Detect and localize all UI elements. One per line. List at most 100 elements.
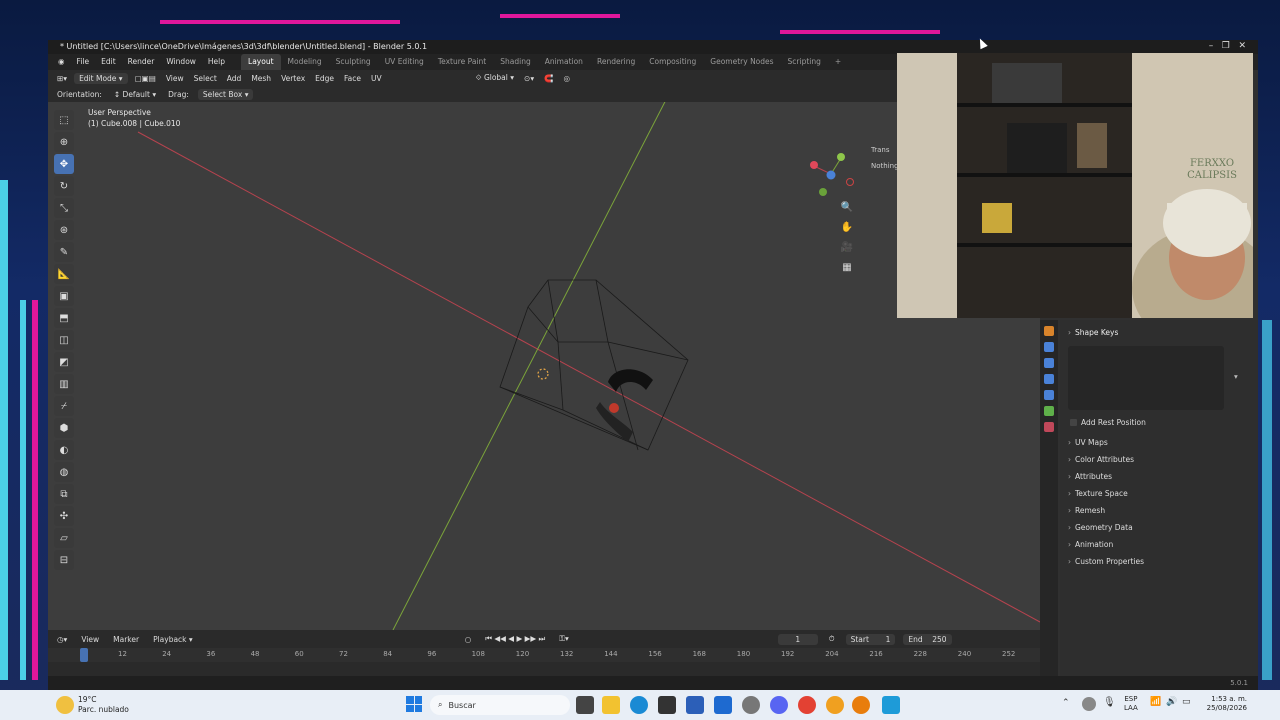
menu-edge[interactable]: Edge (312, 74, 337, 83)
tab-animation[interactable]: Animation (538, 54, 590, 70)
panel-geometry-data[interactable]: Geometry Data (1068, 521, 1133, 535)
maximize-icon[interactable]: ❐ (1222, 41, 1230, 51)
menu-select[interactable]: Select (191, 74, 220, 83)
tab-modeling[interactable]: Modeling (281, 54, 329, 70)
menu-mesh[interactable]: Mesh (248, 74, 274, 83)
panel-uv-maps[interactable]: UV Maps (1068, 436, 1108, 450)
bevel-tool-icon[interactable]: ◩ (54, 352, 74, 372)
file-explorer-icon[interactable] (602, 696, 620, 714)
object-tab-icon[interactable] (1044, 326, 1054, 336)
extrude-tool-icon[interactable]: ⬒ (54, 308, 74, 328)
tab-texture-paint[interactable]: Texture Paint (431, 54, 493, 70)
store-icon[interactable] (658, 696, 676, 714)
scale-tool-icon[interactable]: ⤡ (54, 198, 74, 218)
tab-geometry-nodes[interactable]: Geometry Nodes (703, 54, 780, 70)
navigation-gizmo[interactable] (810, 153, 854, 196)
transform-tool-icon[interactable]: ⊛ (54, 220, 74, 240)
panel-remesh[interactable]: Remesh (1068, 504, 1105, 518)
camera-view-icon[interactable]: 🎥 (839, 240, 855, 256)
minimize-icon[interactable]: – (1209, 41, 1214, 51)
app-icon[interactable] (742, 696, 760, 714)
record-icon[interactable]: ○ (462, 635, 475, 644)
mode-select[interactable]: Edit Mode ▾ (74, 72, 128, 84)
shape-keys-list[interactable] (1068, 346, 1224, 410)
battery-icon[interactable]: ▭ (1182, 697, 1191, 707)
snap-icon[interactable]: 🧲 (541, 74, 556, 83)
menu-add[interactable]: Add (224, 74, 245, 83)
windows-start-icon[interactable] (406, 696, 422, 712)
menu-file[interactable]: File (71, 54, 96, 70)
chevron-down-icon[interactable]: ▾ (1234, 372, 1238, 381)
loop-cut-tool-icon[interactable]: ▥ (54, 374, 74, 394)
tab-shading[interactable]: Shading (493, 54, 537, 70)
shear-tool-icon[interactable]: ▱ (54, 528, 74, 548)
add-workspace-button[interactable]: + (828, 54, 848, 70)
panel-texture-space[interactable]: Texture Space (1068, 487, 1128, 501)
weather-widget[interactable]: 19°C Parc. nublado (78, 695, 129, 715)
add-cube-tool-icon[interactable]: ▣ (54, 286, 74, 306)
tab-layout[interactable]: Layout (241, 54, 281, 70)
panel-custom-properties[interactable]: Custom Properties (1068, 555, 1144, 569)
discord-icon[interactable] (770, 696, 788, 714)
weather-icon[interactable] (56, 696, 74, 714)
start-frame-field[interactable]: Start 1 (845, 633, 896, 645)
editor-type-icon[interactable]: ⊞▾ (54, 74, 70, 83)
taskbar-search[interactable]: ⌕ Buscar (430, 695, 570, 715)
knife-tool-icon[interactable]: ⌿ (54, 396, 74, 416)
menu-help[interactable]: Help (202, 54, 231, 70)
tab-sculpting[interactable]: Sculpting (329, 54, 378, 70)
3d-cursor-icon[interactable] (537, 368, 549, 380)
menu-window[interactable]: Window (160, 54, 202, 70)
edge-browser-icon[interactable] (630, 696, 648, 714)
timeline-menu-marker[interactable]: Marker (110, 635, 142, 644)
language-indicator[interactable]: ESP LAA (1124, 695, 1138, 713)
menu-render[interactable]: Render (122, 54, 161, 70)
spin-tool-icon[interactable]: ◐ (54, 440, 74, 460)
rip-tool-icon[interactable]: ⊟ (54, 550, 74, 570)
shape-keys-header[interactable]: Shape Keys (1068, 326, 1118, 340)
constraints-tab-icon[interactable] (1044, 390, 1054, 400)
select-mode-icons[interactable]: ▢▣▤ (132, 74, 159, 83)
tray-app-icon[interactable] (1082, 697, 1096, 711)
menu-view[interactable]: View (163, 74, 187, 83)
cursor-tool-icon[interactable]: ⊕ (54, 132, 74, 152)
rotate-tool-icon[interactable]: ↻ (54, 176, 74, 196)
chrome-alt-icon[interactable] (826, 696, 844, 714)
panel-color-attributes[interactable]: Color Attributes (1068, 453, 1134, 467)
inset-tool-icon[interactable]: ◫ (54, 330, 74, 350)
timeline-menu-playback[interactable]: Playback ▾ (150, 635, 196, 644)
mail-icon[interactable] (714, 696, 732, 714)
current-frame-field[interactable]: 1 (777, 633, 818, 645)
menu-edit[interactable]: Edit (95, 54, 122, 70)
pivot-icon[interactable]: ⊙▾ (521, 74, 537, 83)
modifier-tab-icon[interactable] (1044, 342, 1054, 352)
tab-scripting[interactable]: Scripting (781, 54, 828, 70)
tray-chevron-icon[interactable]: ⌃ (1062, 698, 1070, 708)
panel-animation[interactable]: Animation (1068, 538, 1113, 552)
microphone-icon[interactable]: 🎙 (1103, 697, 1116, 708)
playhead[interactable] (80, 648, 88, 662)
poly-build-tool-icon[interactable]: ⬢ (54, 418, 74, 438)
physics-tab-icon[interactable] (1044, 374, 1054, 384)
chrome-icon[interactable] (798, 696, 816, 714)
tab-uv-editing[interactable]: UV Editing (378, 54, 431, 70)
menu-vertex[interactable]: Vertex (278, 74, 308, 83)
measure-tool-icon[interactable]: 📐 (54, 264, 74, 284)
playback-controls[interactable]: ⏮ ◀◀ ◀ ▶ ▶▶ ⏭ (482, 634, 548, 644)
task-view-icon[interactable] (576, 696, 594, 714)
move-tool-icon[interactable]: ✥ (54, 154, 74, 174)
tab-rendering[interactable]: Rendering (590, 54, 642, 70)
shrink-fatten-tool-icon[interactable]: ✣ (54, 506, 74, 526)
network-icon[interactable]: 📶 (1150, 697, 1161, 707)
zoom-icon[interactable]: 🔍 (839, 200, 855, 216)
blender-taskbar-icon[interactable] (852, 696, 870, 714)
mesh-data-tab-icon[interactable] (1044, 406, 1054, 416)
panel-attributes[interactable]: Attributes (1068, 470, 1112, 484)
pan-hand-icon[interactable]: ✋ (839, 220, 855, 236)
app-arrow-icon[interactable] (882, 696, 900, 714)
particles-tab-icon[interactable] (1044, 358, 1054, 368)
material-tab-icon[interactable] (1044, 422, 1054, 432)
timeline-menu-view[interactable]: View (78, 635, 102, 644)
clock[interactable]: 1:53 a. m. 25/08/2026 (1203, 695, 1247, 713)
sidebar-tab[interactable]: Trans Nothing (871, 146, 899, 170)
